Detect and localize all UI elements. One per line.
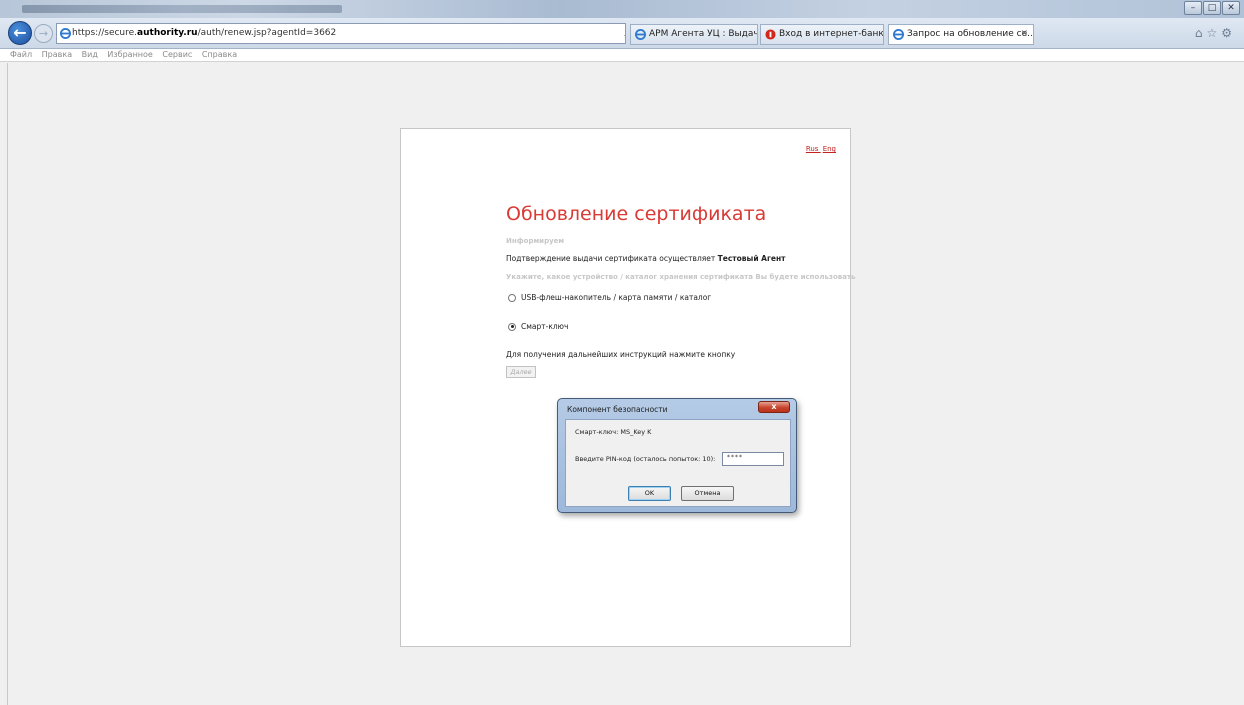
next-button[interactable]: Далее: [506, 366, 536, 378]
radio-usb[interactable]: [508, 293, 516, 302]
url-path: /auth/renew.jsp?agentId=3662: [197, 28, 337, 38]
confirm-text: Подтверждение выдачи сертификата осущест…: [506, 254, 786, 263]
info-heading: Информируем: [506, 237, 565, 245]
option-smartkey[interactable]: Смарт-ключ: [508, 322, 568, 331]
cancel-button[interactable]: Отмена: [681, 486, 734, 501]
ok-button[interactable]: OK: [628, 486, 671, 501]
menu-edit[interactable]: Правка: [42, 50, 72, 59]
url-prefix: https://secure.: [72, 28, 138, 38]
language-switch: Rus Eng: [804, 145, 836, 153]
menu-favorites[interactable]: Избранное: [107, 50, 152, 59]
pin-label: Введите PIN-код (осталось попыток: 10):: [575, 455, 716, 463]
home-icon[interactable]: ⌂: [1195, 26, 1207, 40]
tab-internet-bank[interactable]: Вход в интернет-банк: [760, 24, 884, 45]
lang-rus-link[interactable]: Rus: [806, 145, 819, 153]
tab-arm-agent[interactable]: АРМ Агента УЦ : Выдача серт...: [630, 24, 758, 45]
menu-tools[interactable]: Сервис: [162, 50, 192, 59]
ie-icon: [635, 29, 646, 40]
menu-help[interactable]: Справка: [202, 50, 237, 59]
ie-icon: [60, 28, 71, 39]
option-usb[interactable]: USB-флеш-накопитель / карта памяти / кат…: [508, 293, 711, 302]
window-title-redacted: [22, 5, 342, 13]
dialog-close-button[interactable]: x: [758, 401, 790, 413]
dialog-title: Компонент безопасности: [567, 405, 668, 414]
security-dialog: Компонент безопасности x Смарт-ключ: MS_…: [557, 398, 797, 513]
address-tools[interactable]: ⌕ ▾ 🔒 ↻: [623, 24, 625, 43]
maximize-button[interactable]: □: [1203, 1, 1221, 15]
device-prompt: Укажите, какое устройство / каталог хран…: [506, 273, 856, 281]
tab-label: АРМ Агента УЦ : Выдача серт...: [649, 29, 757, 39]
confirm-agent: Тестовый Агент: [717, 254, 786, 263]
back-button[interactable]: ←: [8, 21, 32, 45]
favorites-star-icon[interactable]: ☆: [1206, 26, 1221, 40]
tab-renew-request[interactable]: Запрос на обновление се... ✕: [888, 24, 1034, 45]
url-host: authority.ru: [137, 28, 198, 38]
renew-card: Rus Eng Обновление сертификата Информиру…: [400, 128, 855, 647]
pin-input[interactable]: ****: [722, 452, 784, 466]
radio-smartkey[interactable]: [508, 322, 516, 331]
close-window-button[interactable]: ✕: [1222, 1, 1240, 15]
lang-eng-link[interactable]: Eng: [823, 145, 836, 153]
ie-icon: [893, 29, 904, 40]
option-usb-label: USB-флеш-накопитель / карта памяти / кат…: [521, 293, 712, 302]
bank-logo-icon: [765, 29, 776, 40]
browser-toolbar-icons: ⌂☆⚙: [1195, 26, 1236, 40]
address-bar[interactable]: https://secure.authority.ru/auth/renew.j…: [56, 23, 626, 44]
confirm-prefix: Подтверждение выдачи сертификата осущест…: [506, 254, 718, 263]
tab-close-icon[interactable]: ✕: [1020, 25, 1028, 44]
option-smartkey-label: Смарт-ключ: [521, 322, 569, 331]
menu-file[interactable]: Файл: [10, 50, 32, 59]
dialog-body: Смарт-ключ: MS_Key K Введите PIN-код (ос…: [565, 419, 791, 507]
window-controls: – □ ✕: [1184, 1, 1240, 15]
page-title: Обновление сертификата: [506, 203, 767, 225]
browser-navbar: ← → https://secure.authority.ru/auth/ren…: [0, 18, 1244, 49]
tab-label: Запрос на обновление се...: [907, 29, 1034, 39]
tab-label: Вход в интернет-банк: [779, 29, 884, 39]
settings-gear-icon[interactable]: ⚙: [1221, 26, 1236, 40]
smartkey-label: Смарт-ключ: MS_Key K: [575, 428, 652, 436]
menu-view[interactable]: Вид: [82, 50, 98, 59]
instructions-text: Для получения дальнейших инструкций нажм…: [506, 350, 736, 359]
minimize-button[interactable]: –: [1184, 1, 1202, 15]
forward-button[interactable]: →: [34, 24, 53, 43]
browser-menubar: Файл Правка Вид Избранное Сервис Справка: [0, 49, 1244, 62]
window-titlebar: – □ ✕: [0, 0, 1244, 18]
